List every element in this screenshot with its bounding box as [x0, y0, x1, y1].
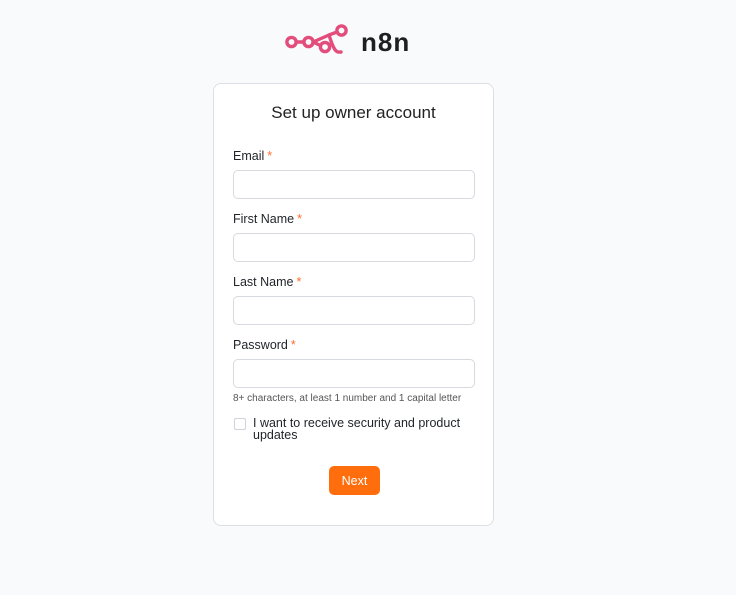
- first-name-label: First Name *: [233, 212, 302, 226]
- last-name-field[interactable]: [233, 296, 475, 325]
- setup-page: n8n Set up owner account Email * First Na…: [0, 0, 736, 595]
- first-name-label-text: First Name: [233, 212, 295, 226]
- email-label: Email *: [233, 149, 272, 163]
- updates-checkbox-label[interactable]: I want to receive security and product u…: [253, 417, 478, 442]
- n8n-nodes-icon: [285, 24, 349, 60]
- password-label-text: Password: [233, 338, 288, 352]
- first-name-field[interactable]: [233, 233, 475, 262]
- password-label: Password *: [233, 338, 296, 352]
- email-field[interactable]: [233, 170, 475, 199]
- required-marker: *: [290, 338, 296, 352]
- next-button[interactable]: Next: [329, 466, 380, 495]
- n8n-logo: n8n: [285, 24, 410, 60]
- last-name-label: Last Name *: [233, 275, 301, 289]
- card-title: Set up owner account: [271, 103, 436, 122]
- password-hint: 8+ characters, at least 1 number and 1 c…: [233, 393, 462, 404]
- brand-name: n8n: [361, 26, 411, 57]
- email-label-text: Email: [233, 149, 265, 163]
- required-marker: *: [267, 149, 273, 163]
- required-marker: *: [297, 212, 302, 226]
- signup-card: Set up owner account Email * First Name * …: [213, 83, 494, 526]
- password-field[interactable]: [233, 359, 475, 388]
- required-marker: *: [296, 275, 302, 289]
- last-name-label-text: Last Name: [233, 275, 294, 289]
- updates-checkbox[interactable]: [234, 418, 246, 430]
